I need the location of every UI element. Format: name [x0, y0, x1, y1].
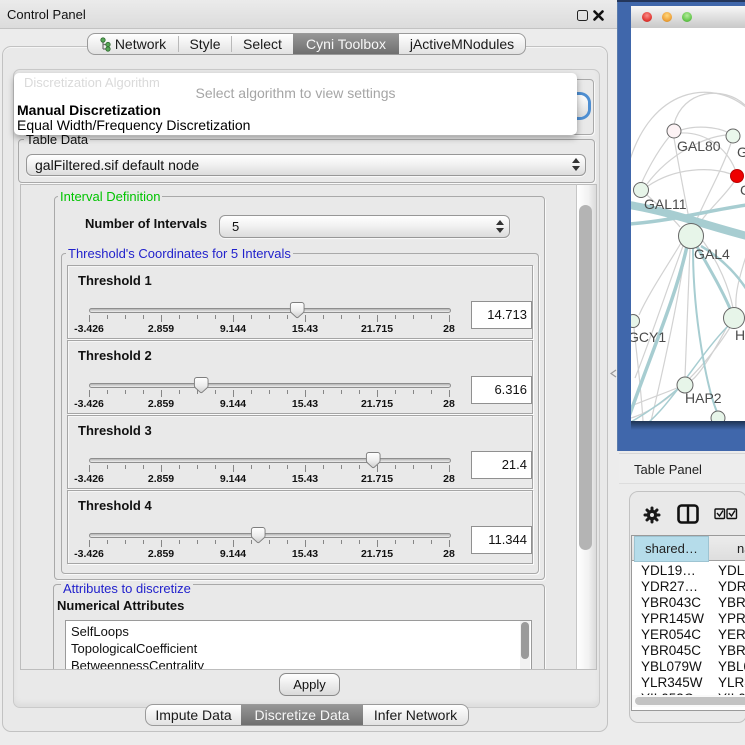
svg-text:C: C: [740, 182, 745, 198]
svg-text:H: H: [735, 327, 745, 343]
svg-text:GCY1: GCY1: [631, 329, 666, 345]
svg-text:GAL80: GAL80: [677, 138, 721, 154]
svg-text:HAP2: HAP2: [685, 390, 722, 406]
svg-text:GAL4: GAL4: [694, 246, 730, 262]
svg-text:G: G: [737, 144, 745, 160]
svg-text:GAL11: GAL11: [644, 196, 687, 212]
